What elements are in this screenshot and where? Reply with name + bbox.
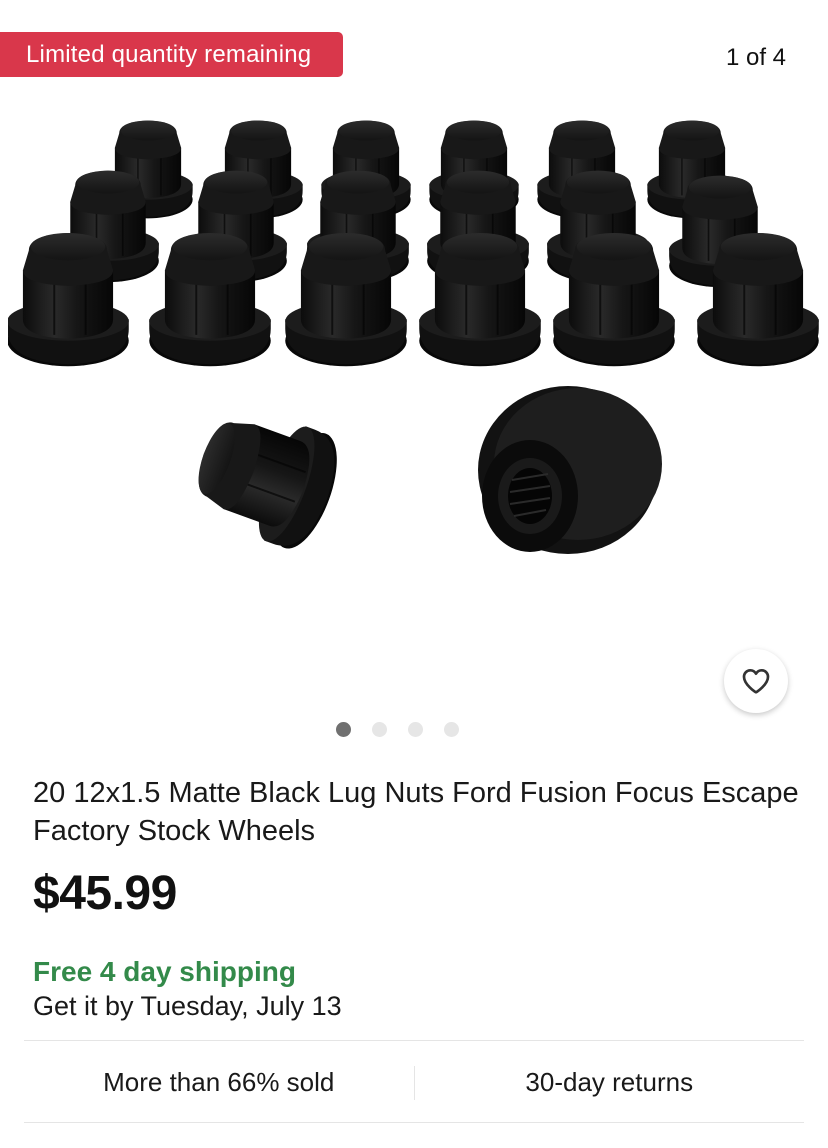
returns-policy[interactable]: 30-day returns	[415, 1042, 805, 1122]
lug-nut-side-view	[182, 395, 351, 558]
limited-quantity-badge: Limited quantity remaining	[0, 32, 344, 77]
image-gallery[interactable]: Limited quantity remaining 1 of 4	[0, 0, 828, 737]
delivery-estimate: Get it by Tuesday, July 13	[33, 991, 342, 1021]
lug-nut-thread-view	[478, 386, 662, 554]
carousel-dot-1[interactable]	[335, 722, 351, 737]
add-to-watchlist-button[interactable]	[724, 649, 788, 713]
shipping-info: Free 4 day shipping	[33, 956, 296, 987]
divider	[24, 1040, 804, 1041]
listing-title: 20 12x1.5 Matte Black Lug Nuts Ford Fusi…	[33, 777, 799, 847]
heart-outline-icon	[742, 669, 770, 694]
carousel-dot-4[interactable]	[443, 722, 459, 737]
listing-stats: More than 66% sold 30-day returns	[24, 1042, 804, 1122]
carousel-dot-2[interactable]	[371, 722, 387, 737]
carousel-dot-3[interactable]	[407, 722, 423, 737]
carousel-dots	[0, 722, 828, 737]
divider	[24, 1122, 804, 1123]
listing-price: $45.99	[33, 867, 177, 920]
image-counter: 1 of 4	[725, 44, 786, 71]
sold-percentage: More than 66% sold	[103, 1066, 335, 1097]
product-image[interactable]	[8, 100, 828, 640]
